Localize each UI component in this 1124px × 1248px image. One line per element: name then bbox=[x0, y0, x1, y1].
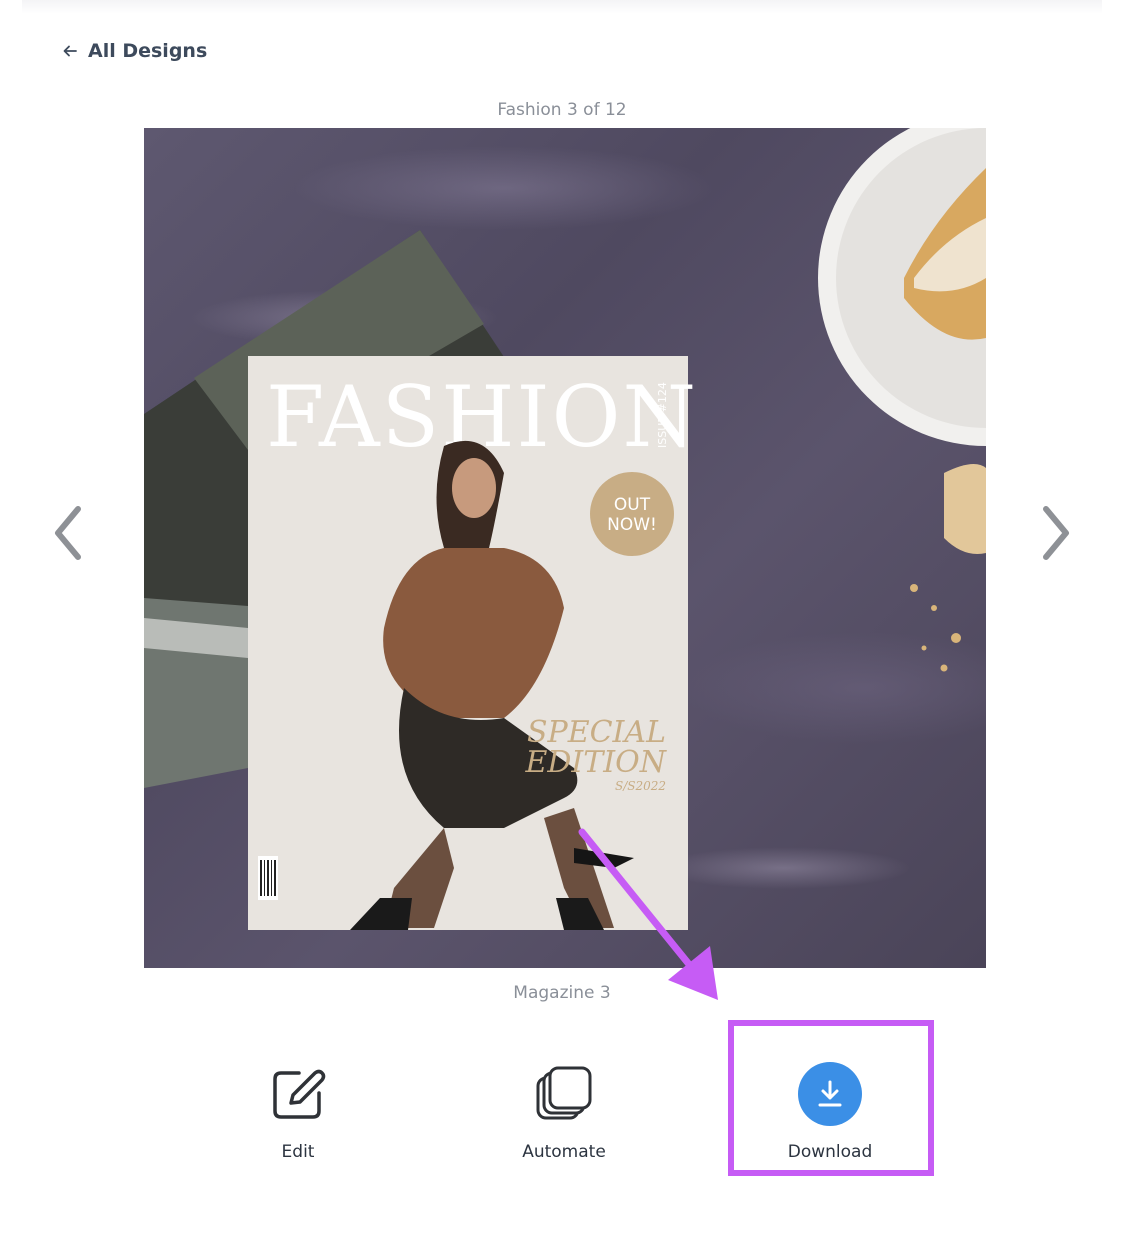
automate-label: Automate bbox=[522, 1142, 606, 1162]
download-label: Download bbox=[787, 1142, 873, 1162]
chevron-right-icon bbox=[1043, 506, 1069, 560]
crumbs bbox=[910, 584, 961, 672]
arrow-left-icon bbox=[63, 45, 77, 57]
badge-line-2: NOW! bbox=[607, 515, 657, 535]
back-link-label: All Designs bbox=[88, 40, 208, 62]
automate-button[interactable]: Automate bbox=[489, 1050, 639, 1170]
plate-with-pastry bbox=[818, 128, 986, 554]
design-title: Fashion 3 of 12 bbox=[497, 100, 627, 120]
special-line-2: EDITION bbox=[524, 745, 667, 780]
issue-number: ISSUE #124 bbox=[656, 382, 669, 448]
barcode bbox=[258, 856, 278, 900]
previous-design-button[interactable] bbox=[48, 498, 88, 568]
edit-button[interactable]: Edit bbox=[223, 1050, 373, 1170]
next-design-button[interactable] bbox=[1036, 498, 1076, 568]
chevron-left-icon bbox=[55, 506, 81, 560]
design-preview: FASHION ISSUE #124 OUT NOW! SPECIAL EDIT… bbox=[144, 128, 986, 968]
pencil-square-icon bbox=[273, 1069, 326, 1119]
season-label: S/S2022 bbox=[615, 779, 666, 793]
design-name: Magazine 3 bbox=[513, 983, 611, 1003]
back-to-all-designs-link[interactable]: All Designs bbox=[62, 38, 207, 64]
download-icon bbox=[818, 1080, 842, 1107]
magazine-cover: FASHION ISSUE #124 OUT NOW! SPECIAL EDIT… bbox=[248, 356, 696, 930]
stacked-pages-icon bbox=[536, 1066, 592, 1120]
edit-label: Edit bbox=[281, 1142, 315, 1162]
badge-line-1: OUT bbox=[614, 495, 651, 515]
download-button[interactable]: Download bbox=[755, 1050, 905, 1170]
top-bar bbox=[22, 0, 1102, 14]
download-icon-circle bbox=[798, 1062, 862, 1126]
design-actions: Edit Automate Download bbox=[0, 1050, 1124, 1200]
